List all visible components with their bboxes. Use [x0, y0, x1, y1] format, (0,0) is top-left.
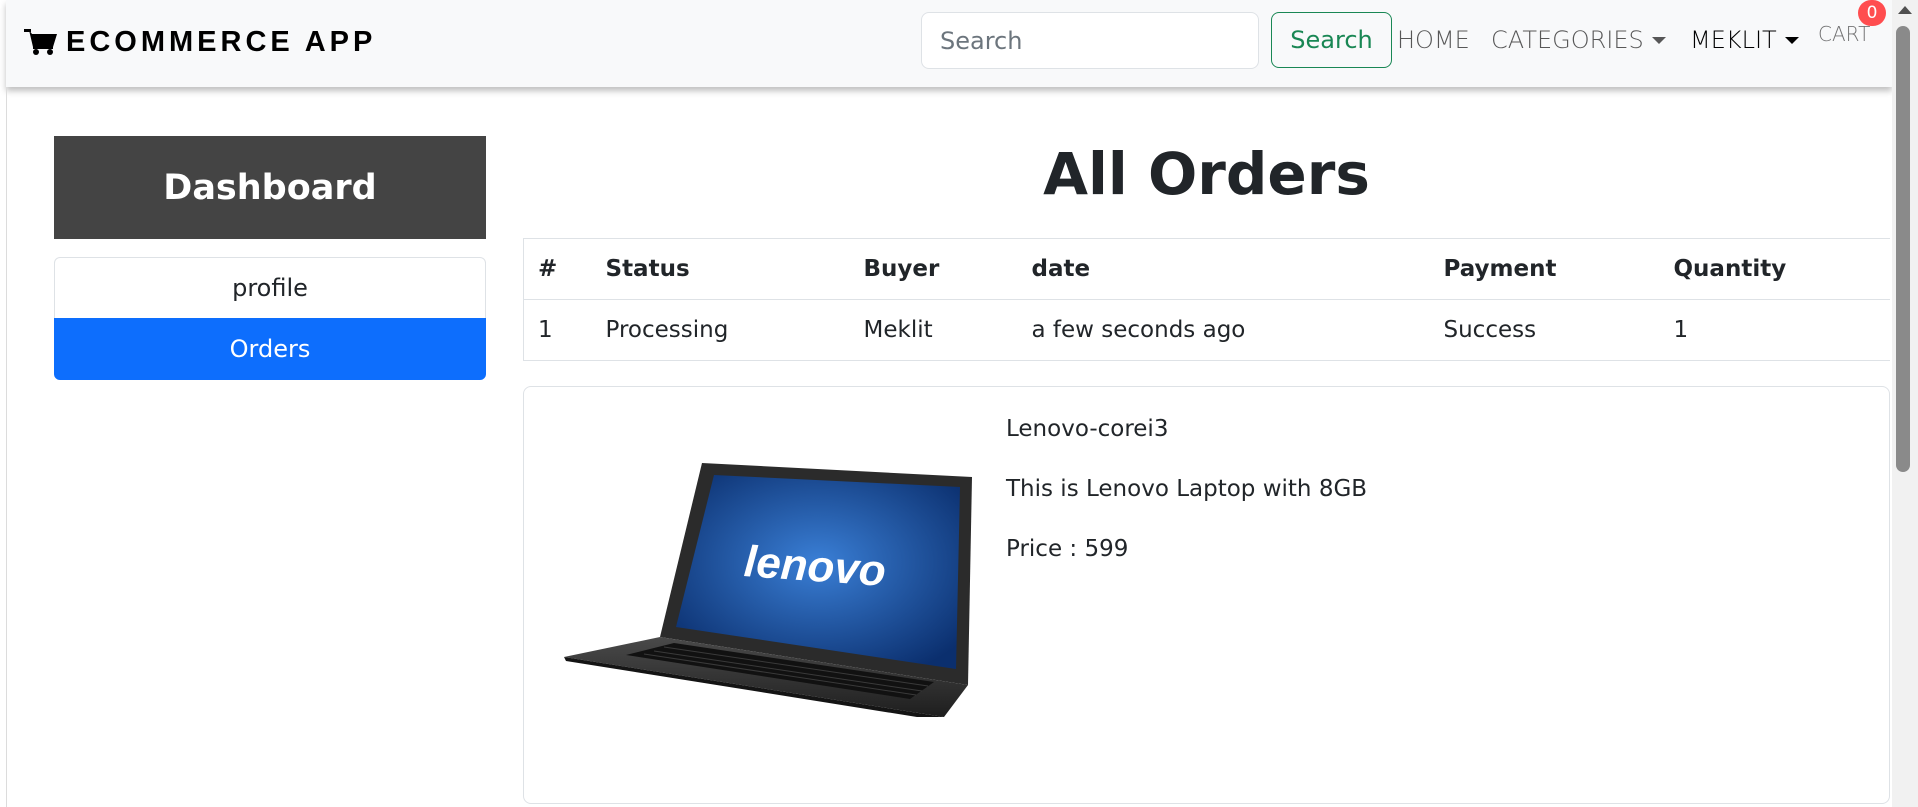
nav-categories-label: CATEGORIES	[1491, 26, 1644, 54]
brand-name: ECOMMERCE APP	[66, 25, 377, 58]
chevron-down-icon	[1784, 36, 1799, 44]
navbar: ECOMMERCE APP Search HOME CATEGORIES MEK…	[6, 0, 1892, 87]
order-number-cell: 1	[523, 299, 592, 361]
order-product-card: lenovo Lenovo-corei3 This is Lenovo Lapt…	[523, 386, 1890, 804]
nav-home-label: HOME	[1397, 26, 1470, 54]
sidebar-item-profile[interactable]: profile	[54, 257, 486, 319]
order-quantity-cell: 1	[1659, 299, 1890, 361]
nav-categories-dropdown[interactable]: CATEGORIES	[1491, 26, 1666, 54]
search-input[interactable]	[921, 12, 1259, 69]
nav-user-label: MEKLIT	[1690, 26, 1777, 54]
product-name: Lenovo-corei3	[1006, 416, 1169, 442]
sidebar-menu: profile Orders	[54, 257, 486, 380]
search-button[interactable]: Search	[1271, 12, 1392, 68]
column-header-status: Status	[591, 238, 850, 300]
dashboard-title: Dashboard	[54, 136, 486, 239]
page-title: All Orders	[1043, 140, 1370, 208]
sidebar-item-orders[interactable]: Orders	[54, 318, 486, 380]
chevron-down-icon	[1651, 36, 1666, 44]
column-header-quantity: Quantity	[1659, 238, 1890, 300]
product-info: Lenovo-corei3 This is Lenovo Laptop with…	[1006, 415, 1367, 595]
order-payment-cell: Success	[1429, 299, 1660, 361]
lenovo-logo: lenovo	[743, 537, 888, 596]
nav-user-dropdown[interactable]: MEKLIT	[1690, 26, 1799, 54]
brand[interactable]: ECOMMERCE APP	[24, 24, 376, 60]
column-header-payment: Payment	[1429, 238, 1660, 300]
page-edge-divider	[6, 87, 7, 807]
page: ECOMMERCE APP Search HOME CATEGORIES MEK…	[0, 0, 1918, 807]
orders-table: # Status Buyer date Payment Quantity 1 P…	[523, 238, 1890, 361]
column-header-date: date	[1017, 238, 1430, 300]
nav-cart-link[interactable]: CART	[1818, 22, 1870, 46]
order-buyer-cell: Meklit	[849, 299, 1018, 361]
nav-home-link[interactable]: HOME	[1397, 26, 1470, 54]
product-image: lenovo	[564, 463, 972, 717]
table-row: 1 Processing Meklit a few seconds ago Su…	[523, 299, 1890, 361]
column-header-number: #	[523, 238, 592, 300]
product-price: Price : 599	[1006, 536, 1129, 562]
product-description: This is Lenovo Laptop with 8GB	[1006, 476, 1368, 502]
scroll-up-arrow-icon[interactable]	[1898, 6, 1912, 14]
order-status-cell: Processing	[591, 299, 850, 361]
table-header-row: # Status Buyer date Payment Quantity	[523, 238, 1890, 300]
shopping-cart-icon	[24, 29, 57, 55]
cart-count-badge: 0	[1858, 0, 1886, 26]
order-date-cell: a few seconds ago	[1017, 299, 1430, 361]
scrollbar-thumb[interactable]	[1896, 26, 1910, 472]
column-header-buyer: Buyer	[849, 238, 1018, 300]
